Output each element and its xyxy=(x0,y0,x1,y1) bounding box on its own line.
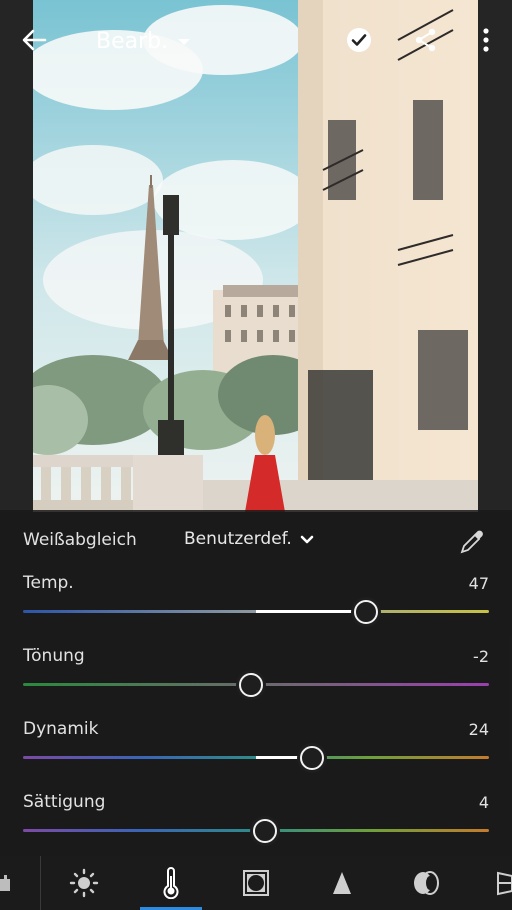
temp-value: 47 xyxy=(468,574,489,593)
checkmark-circle-icon[interactable] xyxy=(344,25,374,55)
vignette-icon[interactable] xyxy=(238,856,274,910)
back-arrow-icon[interactable] xyxy=(18,24,50,56)
temp-slider-fill xyxy=(256,610,352,613)
white-balance-preset: Benutzerdef. xyxy=(184,529,292,549)
temp-slider-thumb[interactable] xyxy=(353,600,378,624)
light-icon[interactable] xyxy=(64,856,104,910)
edit-toolbar xyxy=(0,856,512,910)
share-icon[interactable] xyxy=(412,26,440,54)
top-bar: Bearb. xyxy=(0,0,512,80)
detail-icon[interactable] xyxy=(324,856,360,910)
vibrance-slider-fill xyxy=(256,756,298,759)
color-thermometer-icon[interactable] xyxy=(140,856,202,910)
geometry-icon[interactable] xyxy=(494,856,512,910)
mode-selector[interactable]: Bearb. xyxy=(96,24,191,58)
tint-label: Tönung xyxy=(23,646,85,666)
vibrance-label: Dynamik xyxy=(23,719,99,739)
chevron-down-icon xyxy=(177,32,191,51)
white-balance-label: Weißabgleich xyxy=(23,530,137,550)
vibrance-slider-thumb[interactable] xyxy=(299,746,324,770)
saturation-label: Sättigung xyxy=(23,792,106,812)
toolbar-divider xyxy=(40,856,41,910)
white-balance-preset-dropdown[interactable]: Benutzerdef. xyxy=(184,529,314,549)
temp-label: Temp. xyxy=(23,573,74,593)
crop-icon[interactable] xyxy=(0,856,14,910)
saturation-value: 4 xyxy=(478,793,489,812)
vibrance-value: 24 xyxy=(468,720,489,739)
tint-value: -2 xyxy=(473,647,489,666)
optics-icon[interactable] xyxy=(408,856,444,910)
white-balance-row: Weißabgleich Benutzerdef. xyxy=(0,520,512,562)
eyedropper-icon[interactable] xyxy=(458,528,486,556)
chevron-down-icon xyxy=(300,530,314,549)
more-vertical-icon[interactable] xyxy=(476,26,496,54)
mode-title: Bearb. xyxy=(96,28,169,54)
